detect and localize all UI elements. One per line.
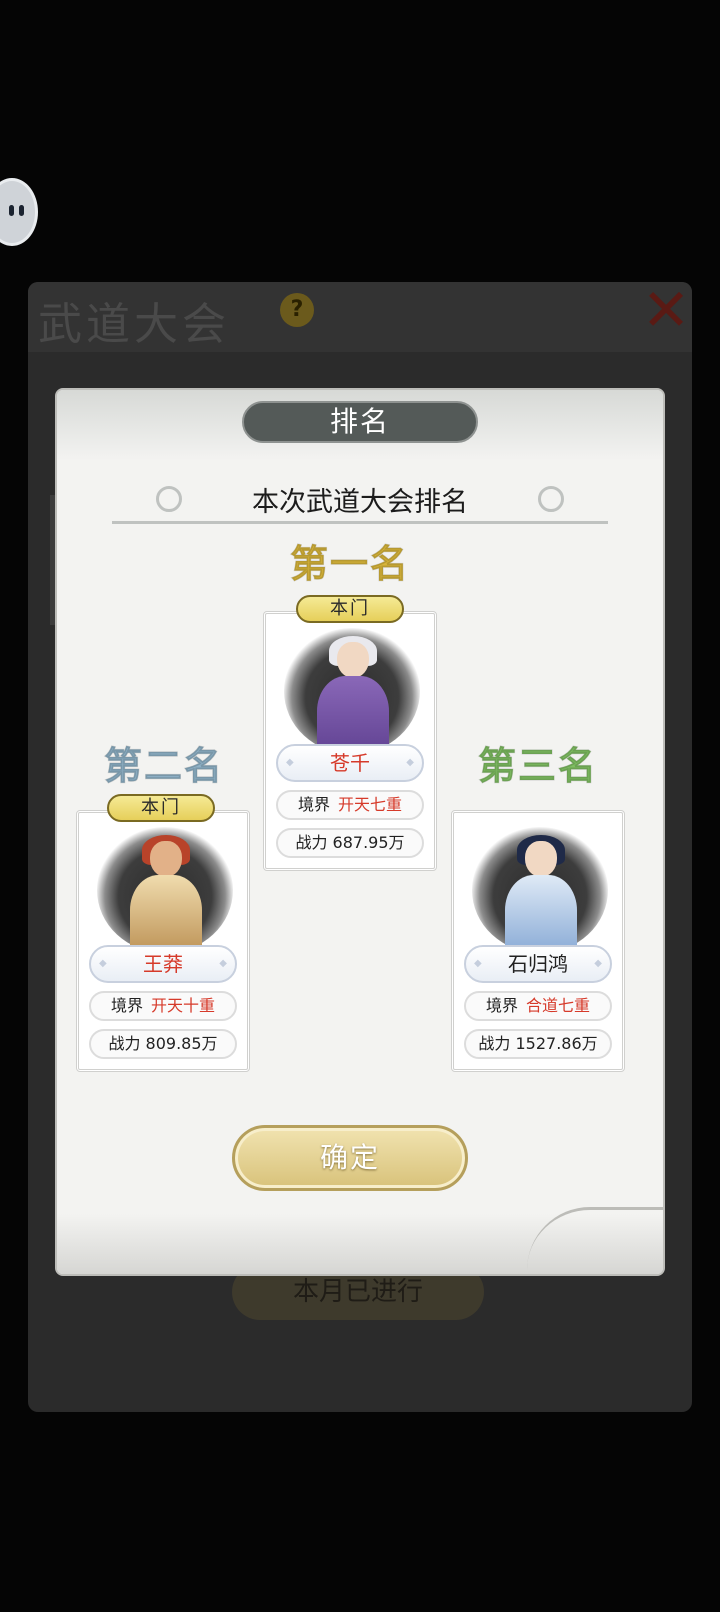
ranking-subtitle: 本次武道大会排名	[252, 487, 468, 518]
power-label: 战力	[108, 1034, 141, 1053]
rank-card-third[interactable]: 石归鸿 境界合道七重 战力 1527.86万	[451, 810, 625, 1072]
realm-row: 境界 合道七重	[464, 991, 612, 1021]
realm-value: 开天七重	[338, 795, 403, 814]
close-icon[interactable]: ✕	[636, 280, 696, 340]
power-row: 战力 809.85万	[89, 1029, 237, 1059]
power-label: 战力	[478, 1034, 511, 1053]
character-portrait	[499, 835, 583, 963]
character-name: 石归鸿	[464, 945, 612, 983]
character-name: 王莽	[89, 945, 237, 983]
sect-badge: 本门	[296, 595, 404, 623]
bubble-dot	[9, 205, 14, 216]
modal-title: 排名	[242, 401, 478, 443]
rank-third-label: 第三名	[477, 743, 599, 789]
rank-card-first[interactable]: 苍千 境界开天七重 战力 687.95万	[263, 611, 437, 871]
bubble-dot	[19, 205, 24, 216]
cloud-divider-left	[112, 521, 190, 534]
sect-badge: 本门	[107, 794, 215, 822]
realm-row: 境界 开天十重	[89, 991, 237, 1021]
cloud-curl-right	[538, 486, 564, 512]
rank-card-second[interactable]: 王莽 境界开天十重 战力 809.85万	[76, 810, 250, 1072]
rank-second-label: 第二名	[103, 743, 225, 789]
confirm-button[interactable]: 确定	[232, 1125, 468, 1191]
character-face	[337, 642, 369, 678]
power-row: 战力 687.95万	[276, 828, 424, 858]
cloud-divider-right	[530, 521, 608, 534]
character-name: 苍千	[276, 744, 424, 782]
realm-label: 境界	[110, 996, 143, 1015]
realm-label: 境界	[297, 795, 330, 814]
power-label: 战力	[295, 833, 328, 852]
background-title: 武道大会	[38, 299, 230, 350]
power-value: 809.85万	[145, 1034, 218, 1053]
rank-first-label: 第一名	[289, 541, 411, 587]
character-face	[150, 841, 182, 877]
power-row: 战力 1527.86万	[464, 1029, 612, 1059]
character-face	[525, 841, 557, 877]
power-value: 687.95万	[332, 833, 405, 852]
realm-row: 境界 开天七重	[276, 790, 424, 820]
realm-value: 合道七重	[526, 996, 591, 1015]
realm-label: 境界	[485, 996, 518, 1015]
power-value: 1527.86万	[515, 1034, 598, 1053]
question-icon[interactable]: ?	[280, 293, 314, 327]
cloud-curl-left	[156, 486, 182, 512]
realm-value: 开天十重	[151, 996, 216, 1015]
character-portrait	[124, 835, 208, 963]
